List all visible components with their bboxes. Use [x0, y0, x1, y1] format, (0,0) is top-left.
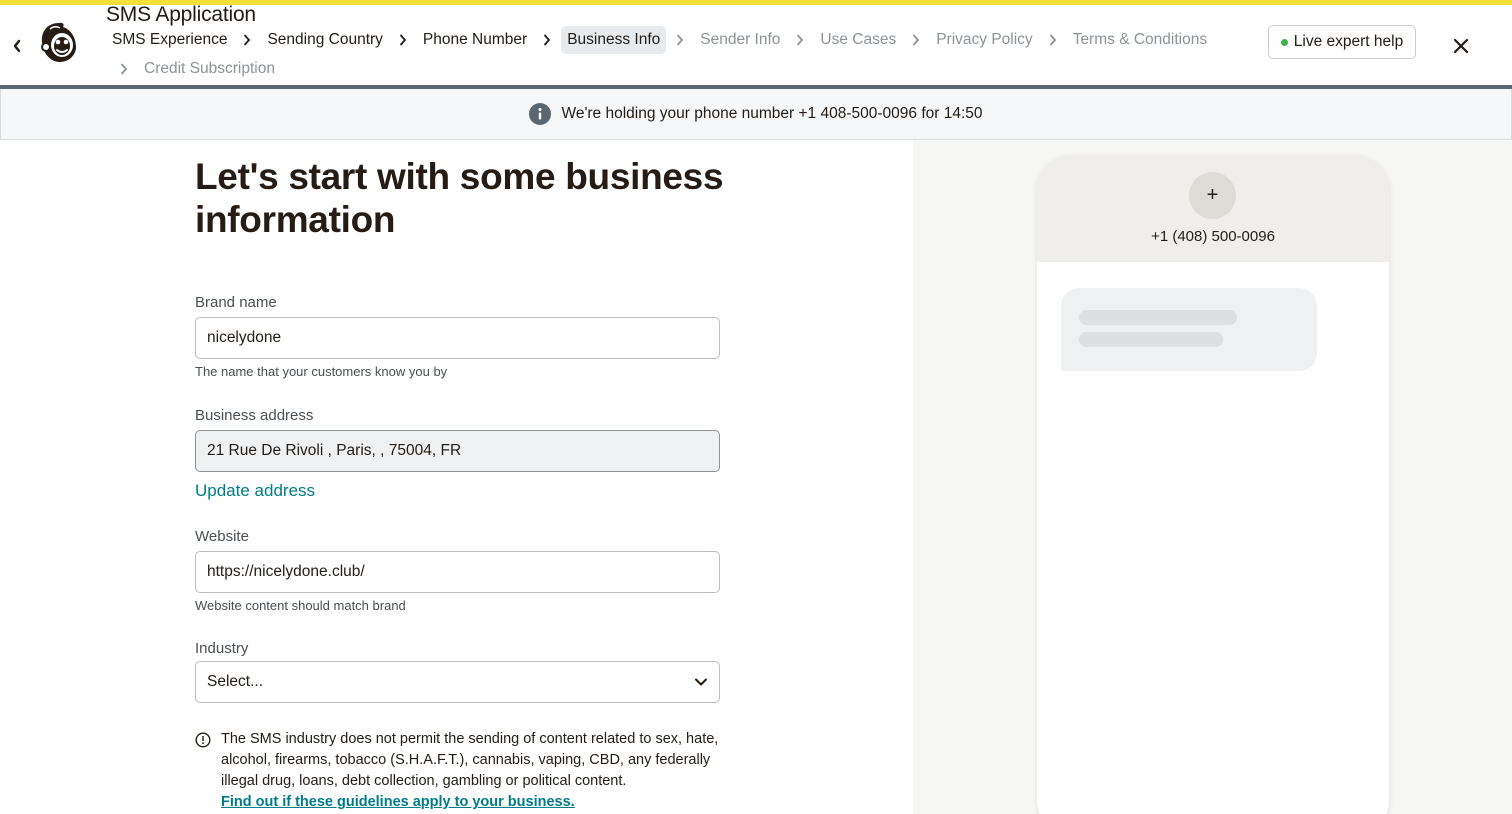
industry-notice: The SMS industry does not permit the sen… [195, 729, 720, 813]
step-terms-conditions[interactable]: Terms & Conditions [1067, 26, 1213, 54]
chevron-right-icon [537, 34, 557, 46]
industry-label: Industry [195, 640, 249, 657]
brand-name-input[interactable]: nicelydone [195, 317, 720, 359]
industry-select-value: Select... [207, 673, 263, 690]
business-address-field: 21 Rue De Rivoli , Paris, , 75004, FR [195, 430, 720, 472]
app-header: SMS Application SMS Experience Sending C… [0, 3, 1512, 85]
chevron-right-icon [1043, 34, 1063, 46]
step-use-cases[interactable]: Use Cases [814, 26, 902, 54]
chevron-right-icon [114, 63, 134, 75]
app-title: SMS Application [106, 3, 256, 26]
skeleton-line [1079, 332, 1223, 347]
guidelines-link[interactable]: Find out if these guidelines apply to yo… [221, 794, 575, 810]
step-credit-subscription[interactable]: Credit Subscription [138, 55, 281, 83]
step-breadcrumb-row-2: Credit Subscription [110, 57, 281, 81]
plus-icon: + [1189, 172, 1236, 219]
chevron-right-icon [790, 34, 810, 46]
industry-select[interactable]: Select... [195, 661, 720, 703]
industry-notice-text: The SMS industry does not permit the sen… [221, 731, 719, 789]
live-expert-help-label: Live expert help [1293, 33, 1404, 50]
brand-name-label: Brand name [195, 294, 277, 311]
website-hint: Website content should match brand [195, 598, 406, 613]
chevron-right-icon [393, 34, 413, 46]
step-sending-country[interactable]: Sending Country [261, 26, 388, 54]
chevron-right-icon [670, 34, 690, 46]
website-label: Website [195, 528, 249, 545]
business-address-label: Business address [195, 407, 314, 424]
alert-circle-icon [195, 732, 211, 748]
chevron-right-icon [237, 34, 257, 46]
chevron-left-icon [13, 39, 21, 53]
page-title: Let's start with some business informati… [195, 156, 724, 240]
close-icon[interactable] [1450, 35, 1472, 57]
message-bubble-placeholder [1061, 288, 1317, 371]
hold-notice-text: We're holding your phone number +1 408-5… [561, 105, 983, 122]
back-button[interactable] [8, 35, 26, 57]
hold-notice-banner: We're holding your phone number +1 408-5… [0, 89, 1512, 140]
live-expert-help-button[interactable]: Live expert help [1268, 25, 1416, 59]
step-phone-number[interactable]: Phone Number [417, 26, 533, 54]
online-status-dot [1280, 38, 1288, 46]
phone-header: + +1 (408) 500-0096 [1037, 155, 1389, 262]
step-breadcrumb: SMS Experience Sending Country Phone Num… [106, 25, 1213, 55]
step-privacy-policy[interactable]: Privacy Policy [930, 26, 1038, 54]
sms-preview-pane: + +1 (408) 500-0096 [913, 141, 1512, 814]
info-icon [529, 103, 552, 125]
update-address-link[interactable]: Update address [195, 481, 315, 501]
chevron-down-icon [695, 678, 707, 686]
step-sms-experience[interactable]: SMS Experience [106, 26, 233, 54]
website-input[interactable]: https://nicelydone.club/ [195, 551, 720, 593]
phone-mockup: + +1 (408) 500-0096 [1037, 155, 1389, 814]
brand-name-hint: The name that your customers know you by [195, 364, 448, 379]
mailchimp-logo [41, 22, 76, 63]
chevron-right-icon [906, 34, 926, 46]
step-sender-info[interactable]: Sender Info [694, 26, 786, 54]
preview-phone-number: +1 (408) 500-0096 [1151, 228, 1275, 245]
business-info-form: Let's start with some business informati… [195, 155, 795, 810]
skeleton-line [1079, 310, 1237, 325]
step-business-info[interactable]: Business Info [561, 26, 667, 54]
